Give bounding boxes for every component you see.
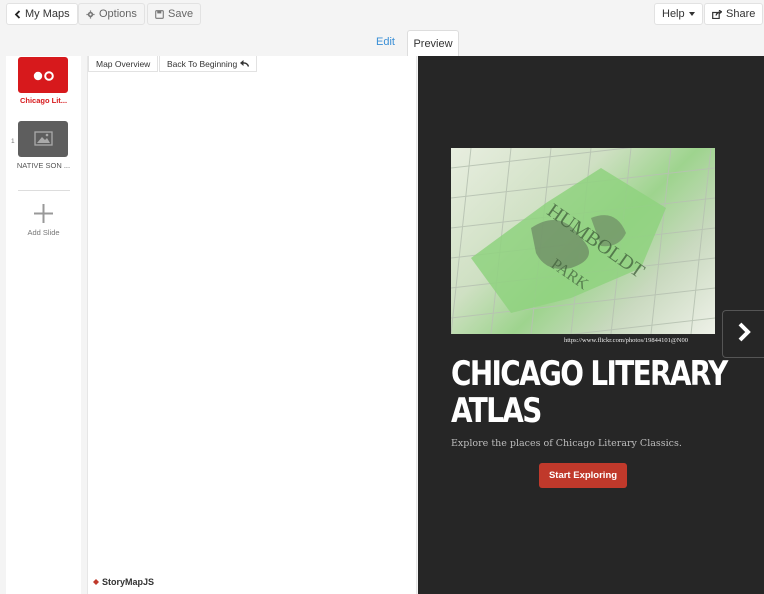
editor-panel: Map Overview Back To Beginning StoryMapJ… xyxy=(87,56,417,594)
map-overview-label: Map Overview xyxy=(96,58,151,69)
save-label: Save xyxy=(168,8,194,20)
top-toolbar: My Maps Options Save Help Share xyxy=(0,0,764,30)
back-to-beginning-label: Back To Beginning xyxy=(167,58,238,69)
tab-edit[interactable]: Edit xyxy=(376,36,395,48)
my-maps-button[interactable]: My Maps xyxy=(6,3,78,25)
storymap-logo-icon xyxy=(33,71,54,81)
view-tabs: Edit xyxy=(0,30,764,56)
sidebar-divider xyxy=(18,190,70,191)
slide-item-title[interactable]: Chicago Lit... xyxy=(6,56,81,111)
options-button[interactable]: Options xyxy=(78,3,145,25)
my-maps-label: My Maps xyxy=(25,8,70,20)
preview-title: CHICAGO LITERARY ATLAS xyxy=(451,354,728,431)
start-exploring-button[interactable]: Start Exploring xyxy=(539,463,627,488)
storymapjs-brand: StoryMapJS xyxy=(93,577,154,587)
title-line: CHICAGO LITERARY xyxy=(451,354,728,394)
save-button[interactable]: Save xyxy=(147,3,202,25)
slide-item-native-son[interactable]: 1 NATIVE SON ... xyxy=(6,120,81,172)
map-overview-button[interactable]: Map Overview xyxy=(88,56,159,72)
slide-item-label: Chicago Lit... xyxy=(19,96,68,105)
share-button[interactable]: Share xyxy=(704,3,764,25)
floppy-disk-icon xyxy=(155,9,164,19)
slide-thumbnail xyxy=(18,121,68,157)
help-label: Help xyxy=(662,8,685,20)
chevron-left-icon xyxy=(14,9,21,19)
gear-icon xyxy=(86,9,95,19)
reply-arrow-icon xyxy=(240,59,250,69)
image-placeholder-icon xyxy=(34,131,53,146)
photo-credit: https://www.flickr.com/photos/19844101@N… xyxy=(564,337,689,344)
help-button[interactable]: Help xyxy=(654,3,703,25)
caret-down-icon xyxy=(688,12,695,16)
slide-number: 1 xyxy=(11,138,15,145)
tab-preview[interactable]: Preview xyxy=(407,30,459,56)
share-icon xyxy=(712,9,722,19)
options-label: Options xyxy=(99,8,137,20)
share-label: Share xyxy=(726,8,756,20)
chevron-right-icon xyxy=(737,322,751,347)
next-slide-button[interactable] xyxy=(722,310,764,358)
back-to-beginning-button[interactable]: Back To Beginning xyxy=(159,56,258,72)
slide-sidebar: Chicago Lit... 1 NATIVE SON ... Add Slid… xyxy=(6,56,81,594)
plus-icon xyxy=(34,204,53,228)
slide-item-label: NATIVE SON ... xyxy=(16,161,71,170)
title-line: ATLAS xyxy=(451,391,542,431)
slide-thumbnail xyxy=(18,57,68,93)
preview-subtitle: Explore the places of Chicago Literary C… xyxy=(451,438,682,449)
add-slide-button[interactable]: Add Slide xyxy=(6,202,81,242)
add-slide-label: Add Slide xyxy=(27,228,60,237)
diamond-icon xyxy=(93,577,99,587)
preview-panel: HUMBOLDT PARK https://www.flickr.com/pho… xyxy=(418,56,764,594)
map-photo: HUMBOLDT PARK xyxy=(451,148,715,334)
brand-label: StoryMapJS xyxy=(102,577,155,587)
